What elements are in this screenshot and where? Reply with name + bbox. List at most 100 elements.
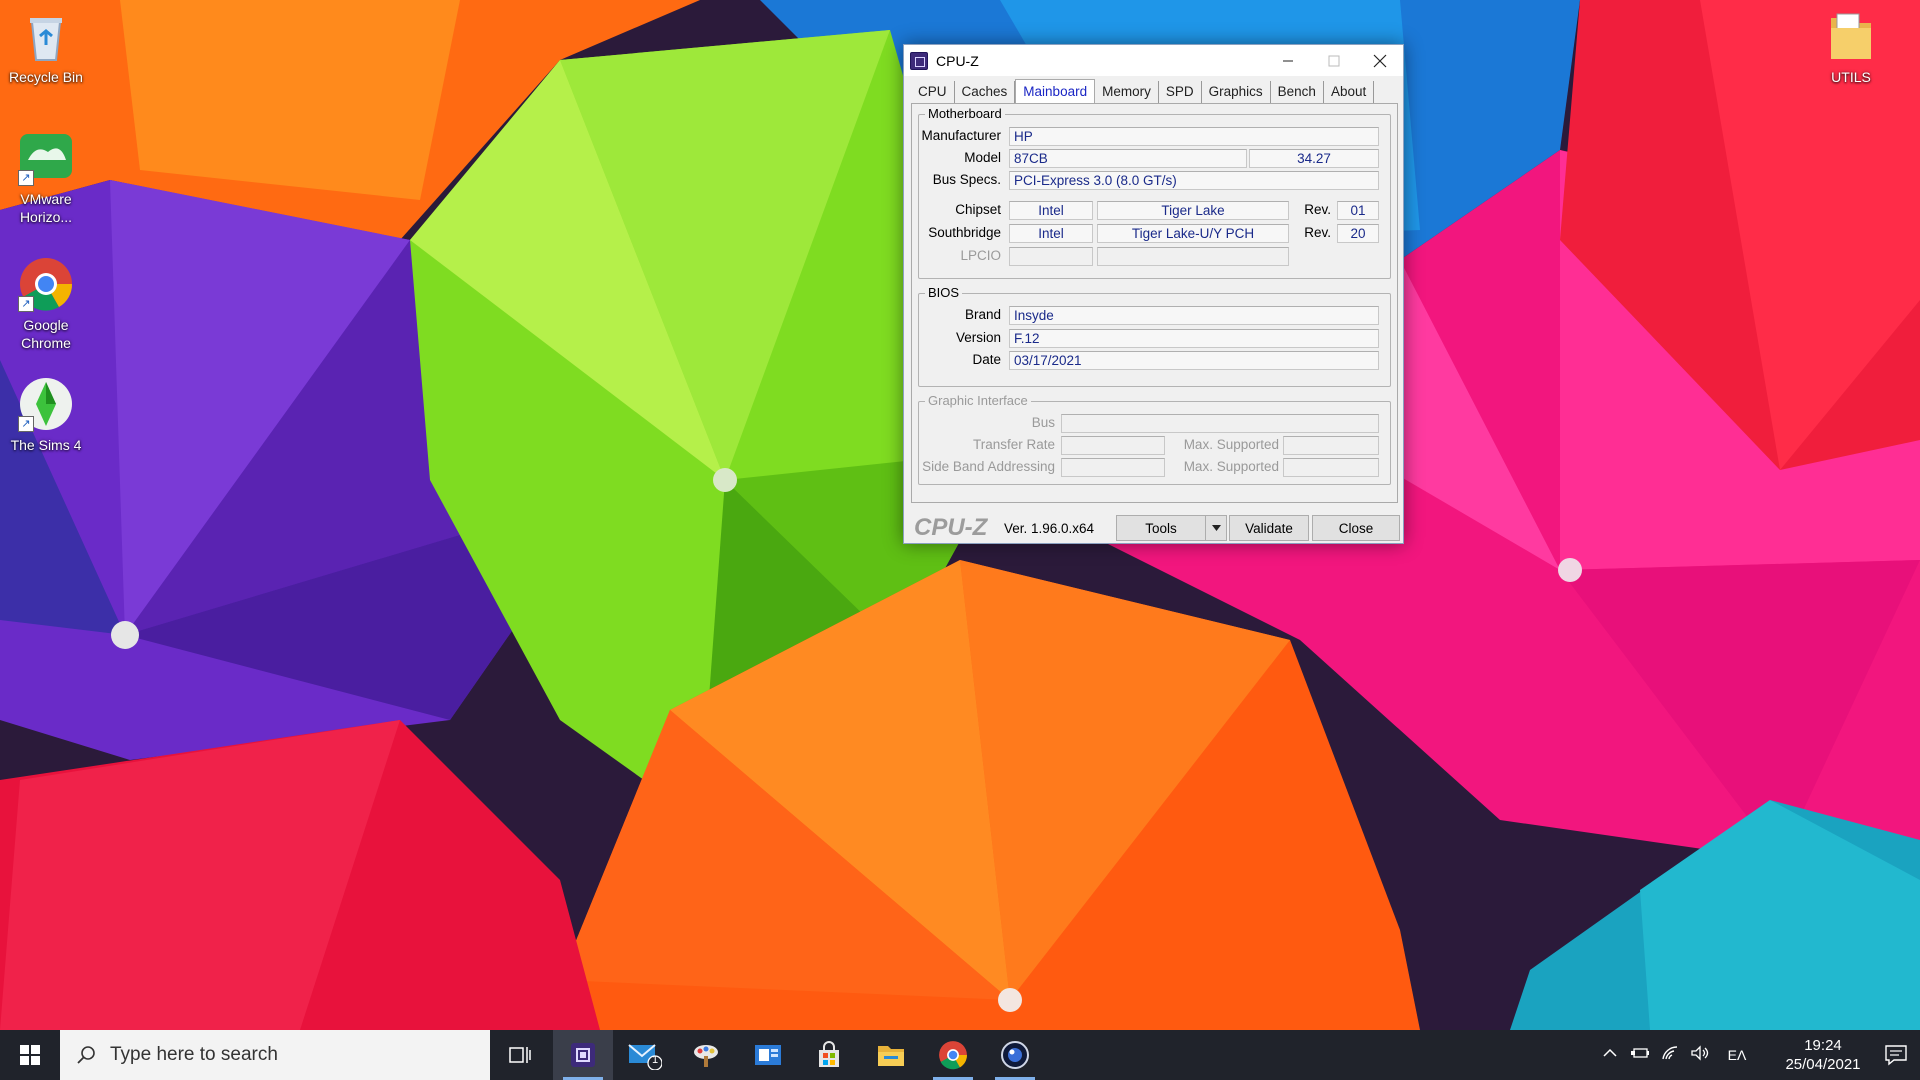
desktop-icon-recycle-bin[interactable]: Recycle Bin: [0, 8, 94, 86]
taskbar-app-outlook[interactable]: [738, 1030, 798, 1080]
minimize-icon: [1283, 60, 1293, 61]
gi-bus-label: Bus: [1031, 415, 1055, 430]
chipset-rev-label: Rev.: [1304, 202, 1331, 217]
southbridge-rev-label: Rev.: [1304, 225, 1331, 240]
chevron-up-icon: [1603, 1048, 1617, 1057]
tray-network[interactable]: [1661, 1045, 1681, 1065]
model-label: Model: [964, 150, 1001, 165]
tab-spd[interactable]: SPD: [1159, 81, 1202, 103]
bios-brand-label: Brand: [964, 307, 1001, 322]
gi-transfer-rate-label: Transfer Rate: [972, 437, 1055, 452]
gi-max-supported-value-2: [1283, 458, 1379, 477]
lpcio-name-value: [1097, 247, 1289, 266]
desktop-icon-vmware-horizon[interactable]: ↗ VMware Horizo...: [0, 130, 94, 226]
southbridge-name-value: Tiger Lake-U/Y PCH: [1097, 224, 1289, 243]
tray-language[interactable]: ΕΛ: [1727, 1045, 1747, 1065]
graphic-interface-legend: Graphic Interface: [925, 393, 1031, 408]
graphic-interface-group: Graphic Interface Bus Transfer Rate Max.…: [918, 393, 1391, 485]
gi-side-band-label: Side Band Addressing: [922, 459, 1055, 474]
desktop-icon-label: Recycle Bin: [9, 69, 83, 85]
close-button[interactable]: Close: [1312, 515, 1400, 541]
bios-version-value: F.12: [1009, 329, 1379, 348]
bios-legend: BIOS: [925, 285, 963, 300]
file-explorer-icon: [878, 1046, 904, 1066]
close-icon: [1373, 54, 1387, 67]
shortcut-arrow-icon: ↗: [18, 170, 34, 186]
search-icon: [77, 1046, 95, 1064]
start-button[interactable]: [0, 1030, 60, 1080]
windows-logo-icon: [20, 1045, 40, 1065]
sims-icon: ↗: [18, 376, 74, 432]
task-view-button[interactable]: [490, 1030, 550, 1080]
manufacturer-value: HP: [1009, 127, 1379, 146]
model-value: 87CB: [1009, 149, 1247, 168]
taskbar-clock[interactable]: 19:24 25/04/2021: [1778, 1036, 1868, 1074]
taskbar-app-file-explorer[interactable]: [861, 1030, 921, 1080]
desktop-icon-the-sims-4[interactable]: ↗ The Sims 4: [0, 376, 94, 454]
window-titlebar[interactable]: CPU-Z: [904, 45, 1403, 76]
tab-cpu[interactable]: CPU: [911, 81, 955, 103]
tray-show-hidden-icons[interactable]: [1600, 1045, 1620, 1065]
bios-date-label: Date: [972, 352, 1001, 367]
taskbar-app-store[interactable]: [799, 1030, 859, 1080]
task-view-icon: [509, 1047, 531, 1063]
gi-bus-value: [1061, 414, 1379, 433]
tab-mainboard[interactable]: Mainboard: [1015, 79, 1096, 103]
mail-badge: 1: [652, 1054, 659, 1066]
tab-bar: CPU Caches Mainboard Memory SPD Graphics…: [911, 79, 1375, 103]
taskbar-app-eye[interactable]: [985, 1030, 1045, 1080]
chipset-rev-value: 01: [1337, 201, 1379, 220]
volume-icon: [1691, 1045, 1709, 1061]
maximize-button[interactable]: [1311, 45, 1357, 76]
chrome-icon: [939, 1041, 967, 1070]
tools-dropdown-button[interactable]: [1205, 515, 1227, 541]
cpuz-window: CPU-Z CPU Caches Mainboard Memory SPD Gr…: [903, 44, 1404, 544]
desktop-icon-google-chrome[interactable]: ↗ Google Chrome: [0, 256, 94, 352]
validate-button[interactable]: Validate: [1229, 515, 1309, 541]
tab-bench[interactable]: Bench: [1271, 81, 1324, 103]
clock-time: 19:24: [1804, 1037, 1842, 1054]
cpuz-footer: CPU-Z Ver. 1.96.0.x64 Tools Validate Clo…: [904, 511, 1405, 543]
tab-graphics[interactable]: Graphics: [1202, 81, 1271, 103]
gi-transfer-rate-value: [1061, 436, 1165, 455]
minimize-button[interactable]: [1265, 45, 1311, 76]
taskbar: Type here to search 1 ΕΛ 19:24 25/04/202…: [0, 1030, 1920, 1080]
desktop-icon-utils-folder[interactable]: UTILS: [1803, 8, 1899, 86]
eye-app-icon: [1001, 1041, 1029, 1069]
bus-specs-label: Bus Specs.: [932, 172, 1001, 187]
tab-about[interactable]: About: [1324, 81, 1375, 103]
southbridge-vendor-value: Intel: [1009, 224, 1093, 243]
shortcut-arrow-icon: ↗: [18, 416, 34, 432]
bios-date-value: 03/17/2021: [1009, 351, 1379, 370]
taskbar-app-paint[interactable]: [676, 1030, 736, 1080]
vmware-horizon-icon: ↗: [18, 130, 74, 186]
window-close-button[interactable]: [1357, 45, 1403, 76]
paint-app-icon: [694, 1045, 718, 1067]
action-center-button[interactable]: [1884, 1044, 1908, 1066]
lpcio-label: LPCIO: [960, 248, 1001, 263]
tab-memory[interactable]: Memory: [1095, 81, 1159, 103]
bios-group: BIOS Brand Insyde Version F.12 Date 03/1…: [918, 285, 1391, 387]
gi-side-band-value: [1061, 458, 1165, 477]
desktop-icon-label: UTILS: [1831, 69, 1871, 85]
chrome-icon: ↗: [18, 256, 74, 312]
tray-volume[interactable]: [1690, 1045, 1710, 1065]
outlook-icon: [755, 1045, 781, 1065]
bus-specs-value: PCI-Express 3.0 (8.0 GT/s): [1009, 171, 1379, 190]
taskbar-app-mail[interactable]: 1: [615, 1030, 675, 1080]
desktop-icon-label: Google Chrome: [21, 317, 71, 351]
tools-button[interactable]: Tools: [1116, 515, 1206, 541]
taskbar-app-cpuz[interactable]: [553, 1030, 613, 1080]
taskbar-app-chrome[interactable]: [923, 1030, 983, 1080]
clock-date: 25/04/2021: [1785, 1056, 1861, 1073]
bios-version-label: Version: [955, 330, 1001, 345]
lpcio-vendor-value: [1009, 247, 1093, 266]
gi-max-supported-label-2: Max. Supported: [1183, 459, 1279, 474]
tray-battery[interactable]: [1630, 1045, 1650, 1065]
desktop-icon-label: VMware Horizo...: [19, 191, 73, 225]
taskbar-search-box[interactable]: Type here to search: [60, 1030, 490, 1080]
version-text: Ver. 1.96.0.x64: [1004, 521, 1095, 536]
tab-caches[interactable]: Caches: [955, 81, 1016, 103]
folder-icon: [1823, 8, 1879, 64]
motherboard-legend: Motherboard: [925, 106, 1005, 121]
